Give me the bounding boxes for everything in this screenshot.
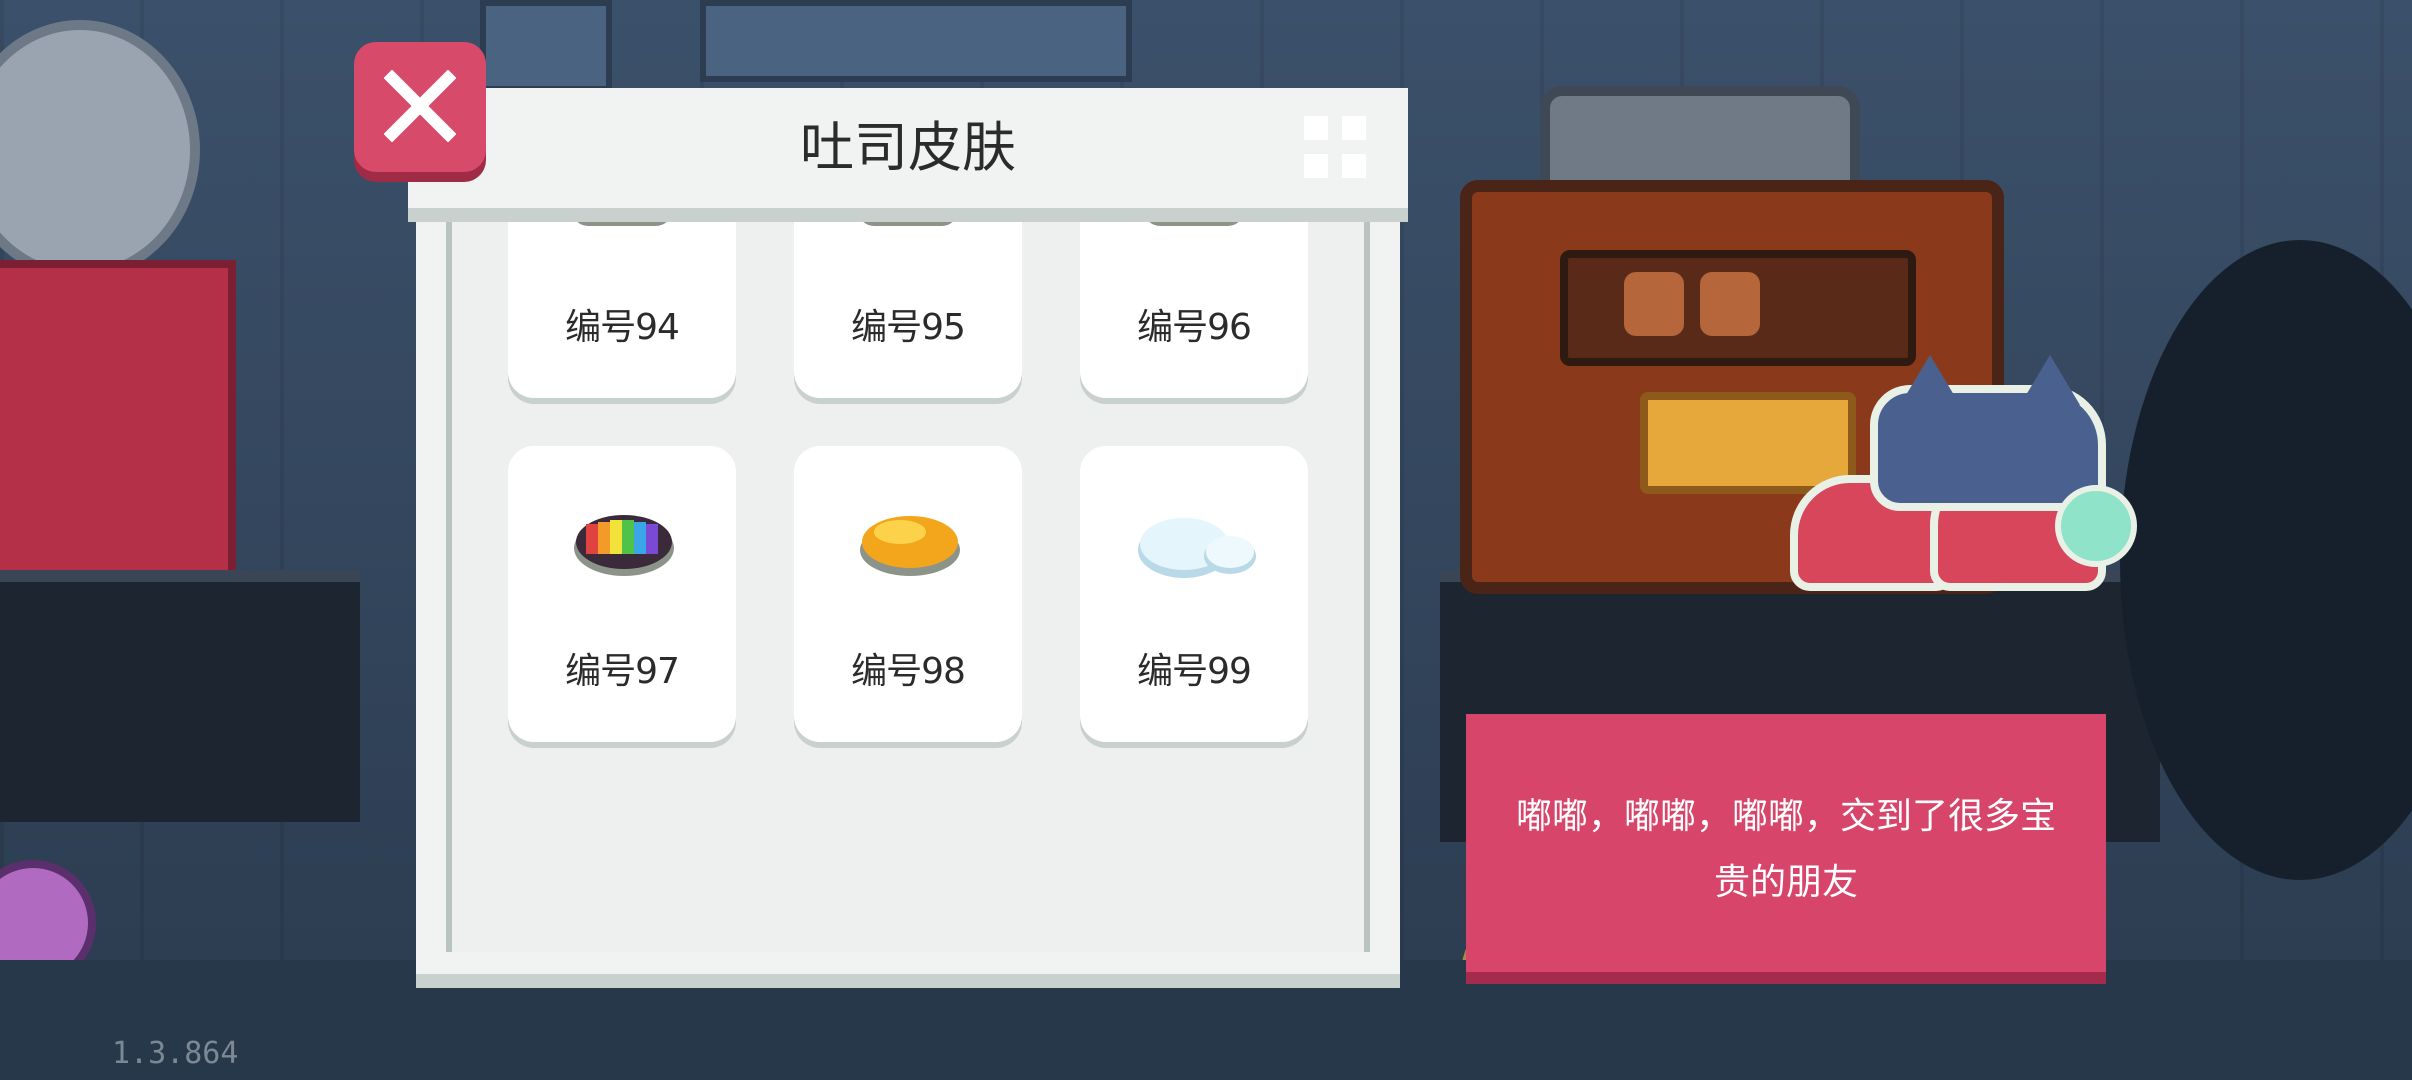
skin-panel-header: 吐司皮肤 xyxy=(408,88,1408,222)
skin-card-97[interactable]: 编号97 xyxy=(508,446,736,742)
skin-card-95[interactable]: 编号95 xyxy=(794,222,1022,398)
skin-card-99[interactable]: 编号99 xyxy=(1080,446,1308,742)
skin-icon-partial xyxy=(1144,222,1244,226)
skin-panel: 编号94 编号95 编号96 编号97 编号98 编号99 吐司皮肤 xyxy=(408,88,1408,988)
skin-grid-scroll-area[interactable]: 编号94 编号95 编号96 编号97 编号98 编号99 xyxy=(446,222,1370,952)
rainbow-toast-icon xyxy=(574,515,674,576)
character-shark-fin xyxy=(1900,355,1960,405)
skin-label: 编号97 xyxy=(565,651,680,692)
background-pillar xyxy=(480,0,612,92)
dialog-text: 嘟嘟，嘟嘟，嘟嘟，交到了很多宝贵的朋友 xyxy=(1515,796,2056,903)
shark-character xyxy=(1790,355,2150,595)
skin-icon-partial xyxy=(572,222,672,226)
skin-card-98[interactable]: 编号98 xyxy=(794,446,1022,742)
gold-toast-icon xyxy=(860,516,960,576)
background-shelf-left xyxy=(0,570,360,822)
character-shark-fin xyxy=(2020,355,2080,405)
skin-card-96[interactable]: 编号96 xyxy=(1080,222,1308,398)
skin-label: 编号99 xyxy=(1137,651,1252,692)
grid-corner-icon xyxy=(1304,116,1366,178)
version-label: 1.3.864 xyxy=(112,1036,239,1071)
background-red-cabinet xyxy=(0,260,236,596)
ice-toast-icon xyxy=(1138,518,1256,578)
background-stove-knob xyxy=(1700,272,1760,336)
skin-label: 编号96 xyxy=(1137,307,1252,348)
skin-card-94[interactable]: 编号94 xyxy=(508,222,736,398)
skin-label: 编号98 xyxy=(851,651,966,692)
background-stove-knob xyxy=(1624,272,1684,336)
skin-panel-body: 编号94 编号95 编号96 编号97 编号98 编号99 xyxy=(416,222,1400,988)
character-dialog: 嘟嘟，嘟嘟，嘟嘟，交到了很多宝贵的朋友 xyxy=(1466,714,2106,984)
skin-icon-partial xyxy=(858,222,958,226)
panel-title: 吐司皮肤 xyxy=(800,116,1016,179)
background-pillar xyxy=(700,0,1132,82)
character-ghost-pet xyxy=(2055,485,2137,567)
skin-label: 编号94 xyxy=(565,307,680,348)
close-icon xyxy=(384,70,456,142)
close-button[interactable] xyxy=(354,42,486,172)
skin-label: 编号95 xyxy=(851,307,966,348)
